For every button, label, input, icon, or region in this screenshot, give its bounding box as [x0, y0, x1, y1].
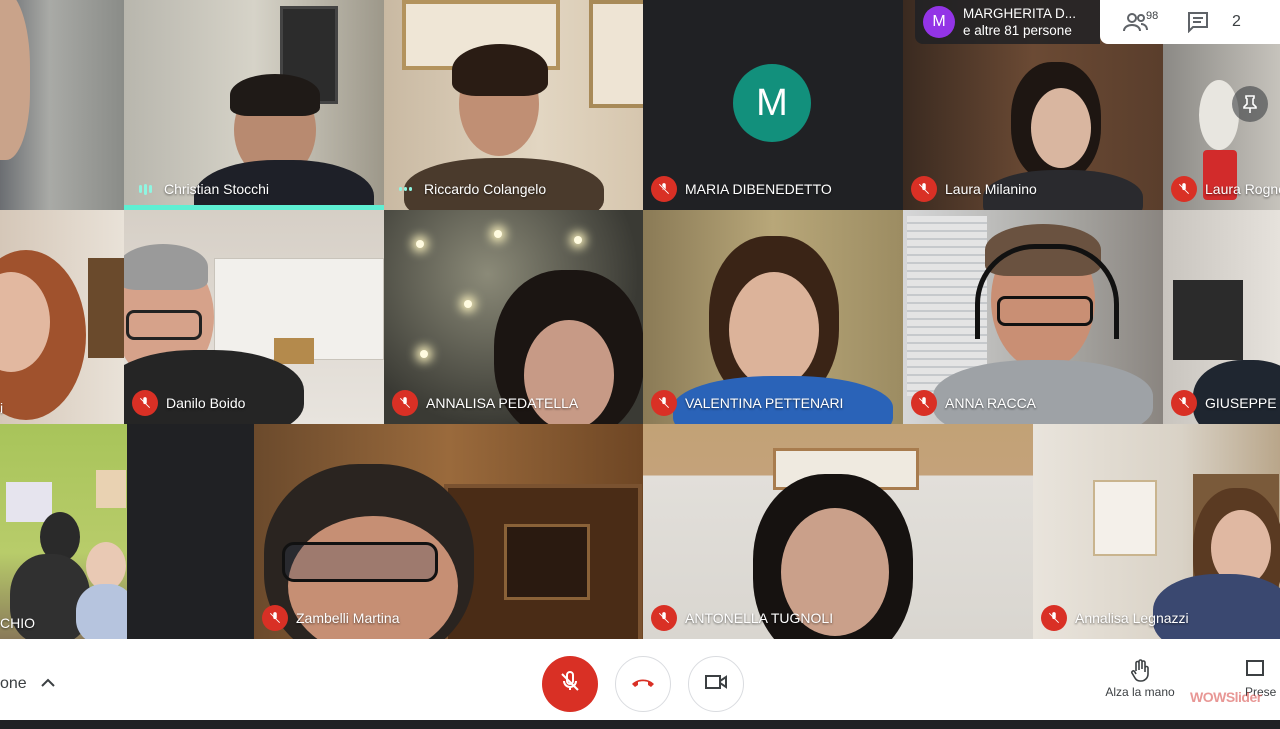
top-right-bar: 98 2 [1100, 0, 1280, 44]
video-tile-1[interactable]: Christian Stocchi [124, 0, 384, 210]
camera-toggle-button[interactable] [688, 656, 744, 712]
participant-name-tag: Annalisa Legnazzi [1041, 605, 1189, 631]
mic-off-icon [911, 390, 937, 416]
mic-off-icon [392, 390, 418, 416]
video-tile-2[interactable]: Riccardo Colangelo [384, 0, 643, 210]
hangup-button[interactable] [615, 656, 671, 712]
mic-off-icon [651, 176, 677, 202]
mic-off-icon [651, 390, 677, 416]
mic-off-icon [558, 670, 582, 699]
mic-off-icon [1041, 605, 1067, 631]
video-tile-11[interactable]: GIUSEPPE C [1163, 210, 1280, 424]
video-tile-6[interactable]: i [0, 210, 124, 424]
present-icon [1245, 659, 1280, 685]
video-tile-3[interactable]: M MARIA DIBENEDETTO [643, 0, 903, 210]
speaking-indicator-icon [392, 176, 418, 202]
video-tile-12[interactable]: CHIO [0, 424, 127, 639]
raise-hand-label: Alza la mano [1105, 685, 1175, 699]
video-tile-7[interactable]: Danilo Boido [124, 210, 384, 424]
participant-name-tag: Christian Stocchi [132, 176, 269, 202]
bottom-control-bar: one Alza la mano Prese WOWSlider [0, 639, 1280, 720]
participant-name-tag: Laura Rogno [1171, 176, 1280, 202]
participant-name-tag: ANNA RACCA [911, 390, 1036, 416]
hand-icon [1095, 659, 1185, 685]
video-tile-10[interactable]: ANNA RACCA [903, 210, 1163, 424]
mic-off-icon [911, 176, 937, 202]
watermark: WOWSlider [1190, 689, 1262, 705]
camera-icon [704, 673, 728, 696]
participant-name-tag: ANNALISA PEDATELLA [392, 390, 578, 416]
mic-off-icon [1171, 176, 1197, 202]
video-tile-8[interactable]: ANNALISA PEDATELLA [384, 210, 643, 424]
video-tile-9[interactable]: VALENTINA PETTENARI [643, 210, 903, 424]
chat-icon[interactable] [1178, 4, 1218, 40]
presenter-avatar: M [923, 6, 955, 38]
mic-off-icon [262, 605, 288, 631]
participant-name-tag: MARIA DIBENEDETTO [651, 176, 832, 202]
mic-off-icon [1171, 390, 1197, 416]
pin-icon[interactable] [1232, 86, 1268, 122]
people-count: 98 [1146, 10, 1159, 22]
raise-hand-button[interactable]: Alza la mano [1095, 659, 1185, 699]
participant-name-tag: Riccardo Colangelo [392, 176, 546, 202]
participant-avatar: M [733, 64, 811, 142]
participant-name-tag: GIUSEPPE C [1171, 390, 1280, 416]
people-icon[interactable]: 98 [1116, 4, 1159, 40]
participant-name-tag: Laura Milanino [911, 176, 1037, 202]
participant-name-tag: VALENTINA PETTENARI [651, 390, 843, 416]
video-tile-0[interactable] [0, 0, 124, 210]
meeting-details-label: one [0, 675, 27, 692]
video-tile-empty [127, 424, 254, 639]
participant-name-tag: CHIO [0, 615, 35, 631]
participant-name-tag: Zambelli Martina [262, 605, 399, 631]
presenter-others: e altre 81 persone [963, 23, 1072, 38]
participant-name-tag: Danilo Boido [132, 390, 245, 416]
presenter-name: MARGHERITA D... [963, 6, 1077, 21]
mic-toggle-button[interactable] [542, 656, 598, 712]
chevron-up-icon [40, 675, 55, 693]
clock: 2 [1232, 13, 1241, 30]
mic-off-icon [132, 390, 158, 416]
meeting-details-toggle[interactable]: one [0, 639, 55, 729]
participant-name-tag: ANTONELLA TUGNOLI [651, 605, 833, 631]
mic-off-icon [651, 605, 677, 631]
video-tile-13[interactable]: Zambelli Martina [254, 424, 643, 639]
presenter-chip[interactable]: M MARGHERITA D... e altre 81 persone [915, 0, 1100, 44]
hangup-icon [630, 675, 656, 694]
video-tile-15[interactable]: Annalisa Legnazzi [1033, 424, 1280, 639]
speaking-indicator-icon [132, 176, 158, 202]
video-tile-14[interactable]: ANTONELLA TUGNOLI [643, 424, 1033, 639]
